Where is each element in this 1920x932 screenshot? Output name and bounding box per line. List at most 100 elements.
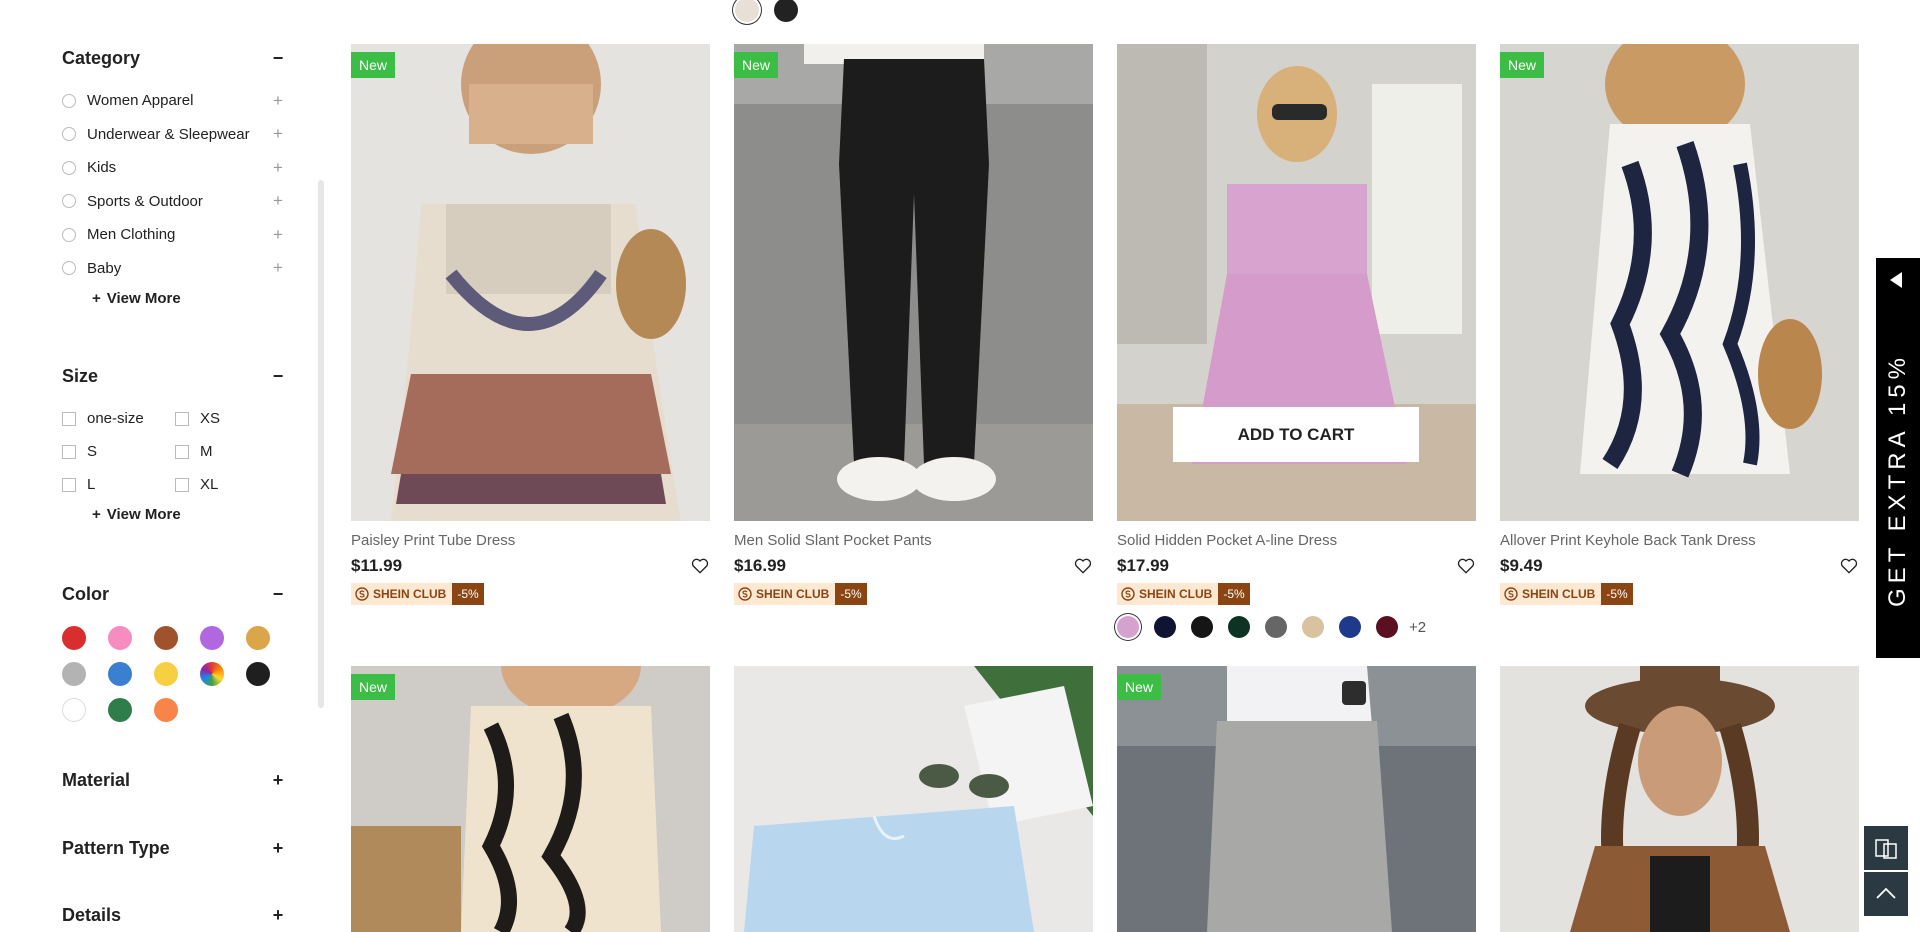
radio-button[interactable] xyxy=(62,261,76,276)
expand-icon[interactable]: + xyxy=(270,91,286,111)
product-card[interactable]: New Allover Print Keyhole Back Tank Dres… xyxy=(1500,44,1859,606)
color-option-dot[interactable] xyxy=(1117,616,1139,638)
product-image[interactable] xyxy=(734,666,1093,932)
material-title: Material xyxy=(62,769,131,790)
category-item-women-apparel[interactable]: Women Apparel + xyxy=(62,84,286,118)
wishlist-heart-icon[interactable] xyxy=(1073,556,1093,576)
product-image[interactable] xyxy=(1500,666,1859,932)
color-option-dot[interactable] xyxy=(1154,616,1176,638)
product-image[interactable]: ADD TO CART xyxy=(1117,44,1476,521)
back-to-top-button[interactable] xyxy=(1864,872,1908,916)
size-option-xl[interactable]: XL xyxy=(175,468,275,501)
wishlist-heart-icon[interactable] xyxy=(1839,556,1859,576)
color-swatch[interactable] xyxy=(246,662,270,686)
collapse-icon[interactable]: − xyxy=(270,366,286,387)
product-image[interactable]: New xyxy=(1117,666,1476,932)
color-option-dot[interactable] xyxy=(1265,616,1287,638)
color-swatch[interactable] xyxy=(154,626,178,650)
color-option-dot[interactable] xyxy=(1191,616,1213,638)
collapse-icon[interactable]: − xyxy=(270,48,286,69)
add-to-cart-button[interactable]: ADD TO CART xyxy=(1173,407,1419,462)
color-swatch[interactable] xyxy=(62,626,86,650)
compare-button[interactable] xyxy=(1864,826,1908,870)
radio-button[interactable] xyxy=(62,194,76,209)
expand-icon[interactable]: + xyxy=(270,770,286,791)
collapse-icon[interactable]: − xyxy=(270,584,286,605)
size-option-l[interactable]: L xyxy=(62,468,175,501)
checkbox[interactable] xyxy=(175,411,189,426)
radio-button[interactable] xyxy=(62,160,76,175)
product-name[interactable]: Men Solid Slant Pocket Pants xyxy=(734,532,1093,549)
category-item-baby[interactable]: Baby + xyxy=(62,252,286,286)
size-option-s[interactable]: S xyxy=(62,435,175,468)
category-view-more-button[interactable]: + View More xyxy=(92,285,286,311)
product-card[interactable]: ADD TO CART Solid Hidden Pocket A-line D… xyxy=(1117,44,1476,638)
product-name[interactable]: Solid Hidden Pocket A-line Dress xyxy=(1117,532,1476,549)
color-swatch[interactable] xyxy=(108,626,132,650)
product-card[interactable]: New Men Solid Slant Pocket Pants $16.99 … xyxy=(734,44,1093,606)
product-image[interactable]: New xyxy=(734,44,1093,521)
pattern-type-filter-header[interactable]: Pattern Type + xyxy=(62,836,286,860)
expand-icon[interactable]: + xyxy=(270,158,286,178)
color-option-dot[interactable] xyxy=(774,0,798,22)
category-item-men-clothing[interactable]: Men Clothing + xyxy=(62,218,286,252)
size-view-more-button[interactable]: + View More xyxy=(92,501,286,527)
color-swatch[interactable] xyxy=(62,662,86,686)
wishlist-heart-icon[interactable] xyxy=(1456,556,1476,576)
expand-icon[interactable]: + xyxy=(270,191,286,211)
size-option-xs[interactable]: XS xyxy=(175,402,275,435)
color-swatch[interactable] xyxy=(200,662,224,686)
expand-icon[interactable]: + xyxy=(270,838,286,859)
color-option-dot[interactable] xyxy=(735,0,759,22)
product-image[interactable]: New xyxy=(1500,44,1859,521)
product-card[interactable]: New xyxy=(351,666,710,932)
color-swatch[interactable] xyxy=(108,662,132,686)
product-name[interactable]: Paisley Print Tube Dress xyxy=(351,532,710,549)
radio-button[interactable] xyxy=(62,93,76,108)
checkbox[interactable] xyxy=(62,444,76,459)
product-card[interactable]: New xyxy=(1117,666,1476,932)
caret-left-icon[interactable] xyxy=(1890,272,1902,288)
color-option-dot[interactable] xyxy=(1302,616,1324,638)
color-swatch[interactable] xyxy=(246,626,270,650)
color-option-dot[interactable] xyxy=(1228,616,1250,638)
color-swatch[interactable] xyxy=(200,626,224,650)
product-card[interactable]: New Paisley Print Tube Dress $11.99 SHEI… xyxy=(351,44,710,606)
category-item-underwear-sleepwear[interactable]: Underwear & Sleepwear + xyxy=(62,118,286,152)
sidebar-scrollbar[interactable] xyxy=(318,180,324,708)
checkbox[interactable] xyxy=(175,477,189,492)
wishlist-heart-icon[interactable] xyxy=(690,556,710,576)
product-card[interactable] xyxy=(734,666,1093,932)
color-swatch[interactable] xyxy=(108,698,132,722)
category-filter-header[interactable]: Category − xyxy=(62,46,286,70)
product-image[interactable]: New xyxy=(351,666,710,932)
size-filter-header[interactable]: Size − xyxy=(62,364,286,388)
promo-side-tab[interactable]: GET EXTRA 15% xyxy=(1876,258,1920,658)
radio-button[interactable] xyxy=(62,227,76,242)
category-item-sports-outdoor[interactable]: Sports & Outdoor + xyxy=(62,185,286,219)
product-image[interactable]: New xyxy=(351,44,710,521)
expand-icon[interactable]: + xyxy=(270,258,286,278)
radio-button[interactable] xyxy=(62,127,76,142)
details-filter-header[interactable]: Details + xyxy=(62,903,286,927)
color-swatch[interactable] xyxy=(62,698,86,722)
product-name[interactable]: Allover Print Keyhole Back Tank Dress xyxy=(1500,532,1859,549)
expand-icon[interactable]: + xyxy=(270,905,286,926)
color-filter-header[interactable]: Color − xyxy=(62,582,286,606)
product-card[interactable] xyxy=(1500,666,1859,932)
club-discount: -5% xyxy=(835,583,867,605)
color-swatch[interactable] xyxy=(154,698,178,722)
color-swatch[interactable] xyxy=(154,662,178,686)
color-option-dot[interactable] xyxy=(1339,616,1361,638)
category-item-kids[interactable]: Kids + xyxy=(62,151,286,185)
material-filter-header[interactable]: Material + xyxy=(62,768,286,792)
checkbox[interactable] xyxy=(62,411,76,426)
checkbox[interactable] xyxy=(175,444,189,459)
expand-icon[interactable]: + xyxy=(270,124,286,144)
expand-icon[interactable]: + xyxy=(270,225,286,245)
more-colors-count[interactable]: +2 xyxy=(1409,619,1426,636)
color-option-dot[interactable] xyxy=(1376,616,1398,638)
size-option-m[interactable]: M xyxy=(175,435,275,468)
checkbox[interactable] xyxy=(62,477,76,492)
size-option-one-size[interactable]: one-size xyxy=(62,402,175,435)
